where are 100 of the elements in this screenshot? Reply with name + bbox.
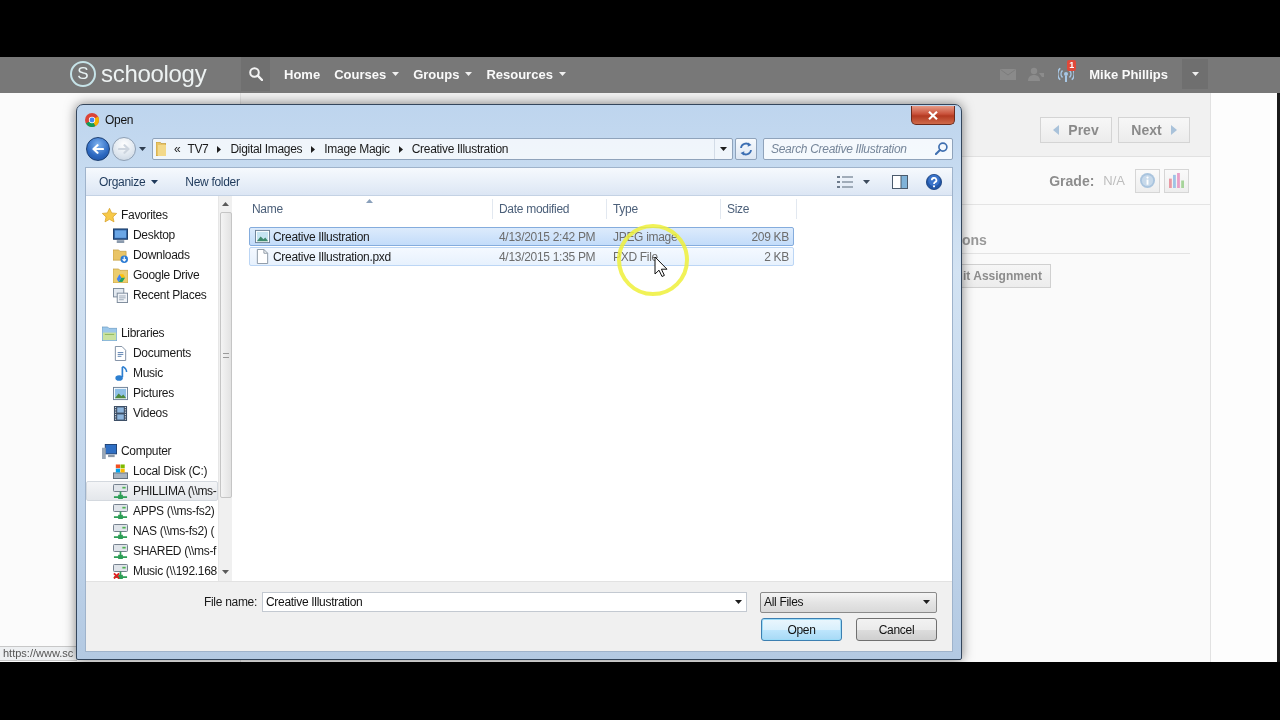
document-icon bbox=[113, 345, 128, 361]
monitor-icon bbox=[113, 227, 128, 243]
search-field[interactable]: Search Creative Illustration bbox=[763, 138, 953, 160]
search-icon bbox=[248, 67, 263, 81]
nav-item[interactable]: NAS (\\ms-fs2) ( bbox=[86, 521, 218, 541]
nav-group[interactable]: Favorites bbox=[86, 205, 218, 225]
round-app-icon bbox=[85, 112, 99, 127]
right-arrow-icon bbox=[118, 144, 130, 154]
nav-menu-item[interactable]: Resources bbox=[486, 59, 566, 89]
broadcast-icon[interactable] bbox=[1058, 66, 1075, 82]
breadcrumb-item[interactable]: Image Magic bbox=[321, 139, 393, 159]
scroll-up-icon[interactable] bbox=[222, 202, 229, 206]
library-folder-icon bbox=[102, 325, 117, 341]
caret-icon bbox=[1191, 72, 1199, 76]
folder-icon bbox=[156, 142, 166, 156]
nav-item[interactable]: Desktop bbox=[86, 225, 218, 245]
chevron-icon[interactable] bbox=[217, 145, 222, 153]
caret-icon bbox=[862, 179, 870, 184]
nav-item[interactable]: Music bbox=[86, 363, 218, 383]
back-button[interactable] bbox=[86, 137, 110, 161]
address-bar[interactable]: « TV7 Digital Images Image Magic Creative Illustration bbox=[152, 138, 733, 160]
column-header[interactable]: Name bbox=[245, 199, 493, 219]
logo-mark[interactable]: S bbox=[70, 61, 96, 87]
dialog-button[interactable]: Cancel bbox=[856, 618, 937, 641]
nav-group[interactable]: Computer bbox=[86, 441, 218, 461]
scrollbar-track[interactable] bbox=[218, 196, 232, 581]
notification-badge: 1 bbox=[1067, 60, 1077, 71]
refresh-icon bbox=[739, 142, 753, 156]
dialog-button[interactable]: Open bbox=[761, 618, 842, 641]
section-heading: ons bbox=[962, 232, 987, 248]
column-header[interactable]: Size bbox=[721, 199, 797, 219]
nav-item[interactable]: Music (\\192.168 bbox=[86, 561, 218, 581]
nav-item[interactable]: PHILLIMA (\\ms- bbox=[86, 481, 218, 501]
organize-button[interactable]: Organize bbox=[99, 170, 159, 193]
size-cell-text: 209 KB bbox=[750, 229, 790, 244]
network-drive-icon bbox=[113, 543, 128, 559]
date-cell-text: 4/13/2015 2:42 PM bbox=[498, 229, 597, 244]
close-icon bbox=[928, 110, 938, 120]
status-url: https://www.sc bbox=[0, 646, 78, 661]
logo-text[interactable]: schoology bbox=[101, 60, 207, 88]
nav-item[interactable]: Recent Places bbox=[86, 285, 218, 305]
grade-label: Grade: bbox=[1049, 172, 1095, 189]
grade-value: N/A bbox=[1103, 173, 1125, 188]
nav-item[interactable]: Documents bbox=[86, 343, 218, 363]
disconnected-drive-icon bbox=[113, 563, 128, 579]
computer-icon bbox=[102, 443, 117, 459]
picture-icon bbox=[113, 385, 128, 401]
search-icon[interactable] bbox=[935, 142, 948, 155]
caret-icon bbox=[151, 179, 159, 184]
file-name-cell: Creative Illustration.pxd bbox=[273, 249, 391, 264]
column-header[interactable]: Date modified bbox=[493, 199, 607, 219]
right-triangle-icon bbox=[1170, 125, 1177, 135]
network-drive-icon bbox=[113, 483, 128, 499]
file-name-cell: Creative Illustration bbox=[273, 229, 370, 244]
music-note-icon bbox=[113, 365, 128, 381]
date-cell-text: 4/13/2015 1:35 PM bbox=[498, 249, 597, 264]
search-button[interactable] bbox=[241, 57, 270, 91]
download-folder-icon bbox=[113, 247, 128, 263]
size-cell-text: 2 KB bbox=[763, 249, 790, 264]
overflow-chevrons[interactable]: « bbox=[174, 142, 181, 156]
network-drive-icon bbox=[113, 503, 128, 519]
nav-item[interactable]: Google Drive bbox=[86, 265, 218, 285]
nav-menu-item[interactable]: Home bbox=[284, 59, 321, 89]
preview-pane-icon bbox=[892, 174, 908, 189]
file-name-field[interactable]: Creative Illustration bbox=[262, 592, 747, 612]
chevron-icon[interactable] bbox=[398, 145, 403, 153]
nav-item[interactable]: SHARED (\\ms-f bbox=[86, 541, 218, 561]
nav-menu-item[interactable]: Courses bbox=[334, 59, 400, 89]
nav-item[interactable]: Pictures bbox=[86, 383, 218, 403]
hard-drive-icon bbox=[113, 463, 128, 479]
nav-item[interactable]: Local Disk (C:) bbox=[86, 461, 218, 481]
view-list-icon bbox=[837, 175, 853, 188]
nav-item[interactable]: Downloads bbox=[86, 245, 218, 265]
refresh-button[interactable] bbox=[735, 138, 757, 160]
blank-file-icon bbox=[255, 249, 270, 264]
breadcrumb-item[interactable]: Creative Illustration bbox=[408, 139, 512, 159]
sort-arrow-icon bbox=[365, 199, 373, 203]
folder-icon bbox=[113, 267, 128, 283]
bar-chart-icon bbox=[1169, 173, 1184, 188]
left-arrow-icon bbox=[92, 144, 104, 154]
caret-icon bbox=[720, 147, 727, 151]
nav-item[interactable]: Videos bbox=[86, 403, 218, 423]
breadcrumb-item[interactable]: Digital Images bbox=[227, 139, 306, 159]
picture-file-icon bbox=[255, 229, 270, 244]
file-name-label: File name: bbox=[202, 595, 257, 609]
close-button[interactable] bbox=[911, 106, 955, 125]
file-type-dropdown[interactable]: All Files bbox=[760, 591, 937, 613]
nav-item[interactable]: APPS (\\ms-fs2) bbox=[86, 501, 218, 521]
window-stack-icon bbox=[113, 287, 128, 303]
column-header[interactable]: Type bbox=[607, 199, 721, 219]
left-triangle-icon bbox=[1053, 125, 1060, 135]
scroll-down-icon[interactable] bbox=[222, 570, 229, 574]
user-name-link[interactable]: Mike Phillips bbox=[1089, 66, 1168, 82]
new-folder-button[interactable]: New folder bbox=[185, 170, 240, 193]
nav-group[interactable]: Libraries bbox=[86, 323, 218, 343]
caret-icon bbox=[138, 147, 146, 151]
scrollbar-thumb[interactable] bbox=[219, 212, 232, 498]
nav-menu-item[interactable]: Groups bbox=[413, 59, 473, 89]
breadcrumb-item[interactable]: TV7 bbox=[184, 139, 212, 159]
chevron-icon[interactable] bbox=[311, 145, 316, 153]
